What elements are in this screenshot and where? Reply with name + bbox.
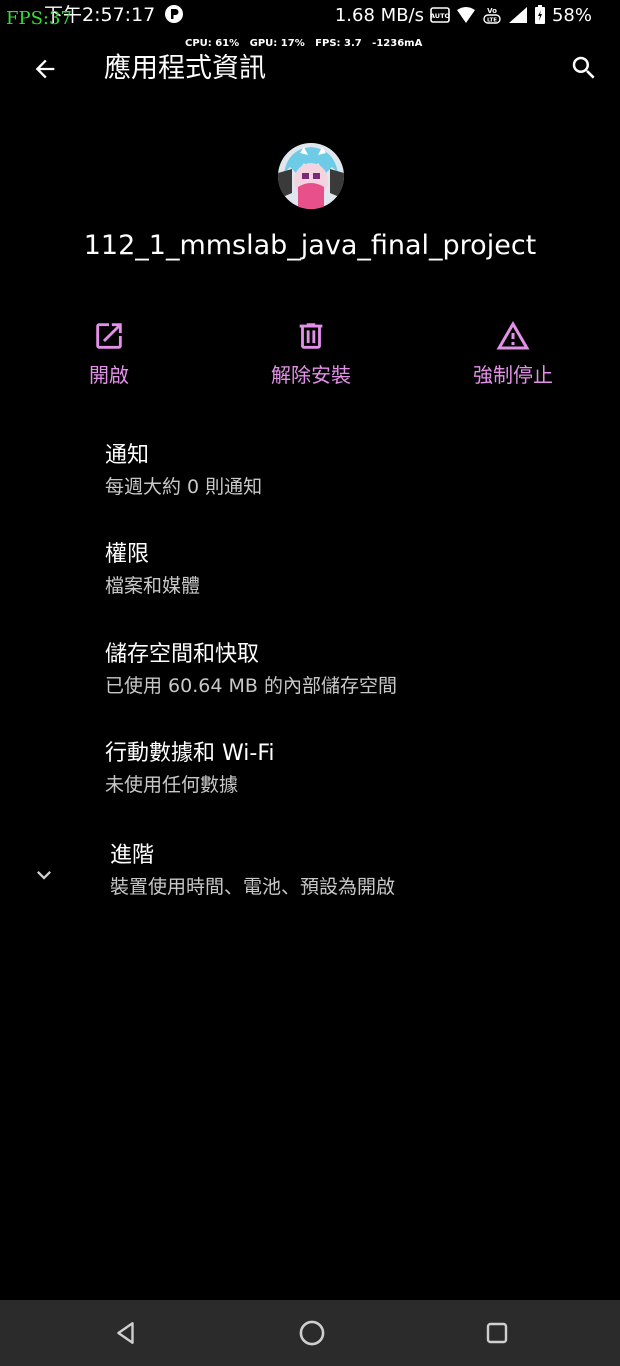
arrow-back-icon xyxy=(35,59,55,79)
action-label: 強制停止 xyxy=(473,363,553,387)
list-item-subtitle: 檔案和媒體 xyxy=(105,575,201,597)
volte-icon: Vo LTE xyxy=(483,7,501,24)
action-label: 開啟 xyxy=(89,363,129,387)
list-item-subtitle: 每週大約 0 則通知 xyxy=(105,476,263,498)
fps-overlay: FPS:37 xyxy=(6,8,72,29)
search-button[interactable] xyxy=(566,50,602,86)
action-label: 解除安裝 xyxy=(271,363,351,387)
storage-cache-item[interactable]: 儲存空間和快取 已使用 60.64 MB 的內部儲存空間 xyxy=(0,640,620,736)
signal-icon xyxy=(508,7,527,23)
action-row: 開啟 解除安裝 強制停止 xyxy=(0,318,620,398)
chevron-down-icon xyxy=(30,861,58,889)
auto-icon: AUTO xyxy=(430,7,450,23)
app-bar: 應用程式資訊 xyxy=(0,40,620,98)
status-bar: 下午2:57:17 FPS:37 1.68 MB/s AUTO Vo LTE 5… xyxy=(0,0,620,32)
trash-icon xyxy=(293,318,329,354)
open-external-icon xyxy=(91,318,127,354)
wifi-icon xyxy=(456,7,475,23)
notifications-item[interactable]: 通知 每週大約 0 則通知 xyxy=(0,441,620,537)
mobile-data-wifi-item[interactable]: 行動數據和 Wi-Fi 未使用任何數據 xyxy=(0,739,620,835)
list-item-title: 行動數據和 Wi-Fi xyxy=(105,741,275,766)
nav-back-button[interactable] xyxy=(110,1317,142,1349)
svg-text:AUTO: AUTO xyxy=(430,12,450,20)
list-item-title: 權限 xyxy=(105,542,150,567)
page-title: 應用程式資訊 xyxy=(104,53,266,84)
warning-icon xyxy=(495,318,531,354)
open-button[interactable]: 開啟 xyxy=(29,318,189,398)
list-item-subtitle: 未使用任何數據 xyxy=(105,774,239,796)
battery-icon xyxy=(534,5,545,24)
svg-text:LTE: LTE xyxy=(487,18,497,24)
permissions-item[interactable]: 權限 檔案和媒體 xyxy=(0,540,620,636)
list-item-subtitle: 裝置使用時間、電池、預設為開啟 xyxy=(110,876,396,898)
net-speed: 1.68 MB/s xyxy=(334,4,424,26)
nav-recents-icon xyxy=(486,1322,508,1344)
navigation-bar xyxy=(0,1300,620,1366)
nav-recents-button[interactable] xyxy=(481,1317,513,1349)
nav-home-button[interactable] xyxy=(296,1317,328,1349)
advanced-item[interactable]: 進階 裝置使用時間、電池、預設為開啟 xyxy=(0,841,620,937)
nav-home-icon xyxy=(299,1320,325,1346)
list-item-title: 進階 xyxy=(110,843,155,868)
list-item-subtitle: 已使用 60.64 MB 的內部儲存空間 xyxy=(105,675,397,697)
list-item-title: 通知 xyxy=(105,443,150,468)
battery-percent: 58% xyxy=(551,4,592,26)
app-avatar-icon xyxy=(278,143,344,209)
back-button[interactable] xyxy=(28,52,62,86)
list-item-title: 儲存空間和快取 xyxy=(105,642,260,667)
search-icon xyxy=(572,56,595,79)
notification-app-icon xyxy=(165,5,183,23)
nav-back-icon xyxy=(117,1322,134,1344)
force-stop-button[interactable]: 強制停止 xyxy=(433,318,593,398)
uninstall-button[interactable]: 解除安裝 xyxy=(231,318,391,398)
status-right: 1.68 MB/s AUTO Vo LTE 58% xyxy=(335,3,592,27)
app-name: 112_1_mmslab_java_final_project xyxy=(83,230,537,261)
svg-text:Vo: Vo xyxy=(487,7,497,15)
